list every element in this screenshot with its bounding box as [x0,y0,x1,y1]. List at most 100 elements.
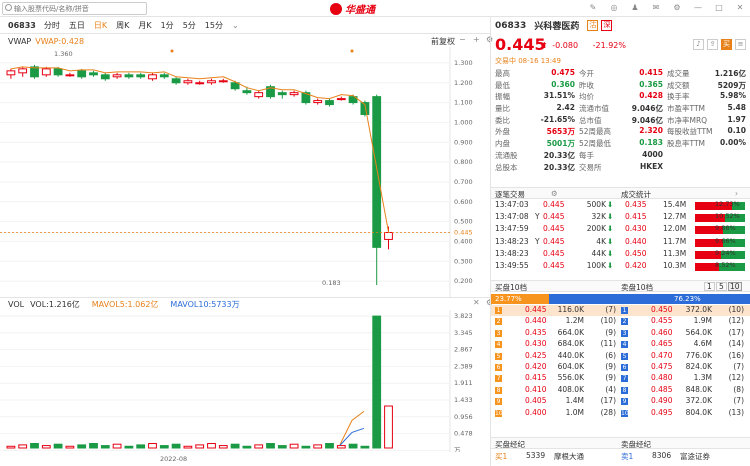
tab-5min[interactable]: 5分 [183,20,196,31]
vwap-header: VWAP VWAP:0.428 前复权 − + ⚙ [0,35,493,47]
marker-dot [170,49,174,53]
sell-volume: 848.0K [685,384,712,394]
sell-orders: (17) [728,327,744,337]
chevron-right-icon[interactable]: › [735,189,738,198]
quote-label: 每手 [579,150,594,160]
quote-value: 0.183 [639,138,663,148]
quote-value: 0.00% [719,138,746,148]
buy-level: 7 [495,375,502,383]
search-box[interactable] [2,2,147,15]
tab-5day[interactable]: 五日 [69,20,85,31]
settings-icon[interactable]: ⚙ [672,3,682,13]
close-icon[interactable]: ✕ [735,3,745,13]
tick-flag: Y [535,212,540,222]
buy-broker-title: 买盘经纪 [495,440,525,449]
volume-bar [266,443,275,449]
plus-icon[interactable]: + [473,35,481,44]
stats-volume: 12.7M [663,212,687,222]
buy-icon[interactable]: 买 [721,39,732,50]
stats-price: 0.430 [625,224,647,234]
tab-weekly-k[interactable]: 周K [116,20,129,31]
candle [384,231,393,240]
quote-row: 总股本 20.33亿 交易所 HKEX [491,162,750,174]
depth-1-button[interactable]: 1 [704,282,715,291]
shirt-icon[interactable]: ♟ [630,3,640,13]
sell-volume: 372.0K [685,305,712,314]
search-input[interactable] [14,3,144,14]
vol-label: VOL [8,299,25,309]
volume-bar [124,445,134,449]
minimize-icon[interactable]: — [693,3,703,13]
quote-label: 市净率MRQ [667,115,708,125]
sell-orders: (13) [728,407,744,417]
sell-level: 6 [621,363,628,371]
tab-1min[interactable]: 1分 [161,20,174,31]
sell-price: 0.450 [651,305,673,314]
volume-bar [136,444,146,449]
stats-pct: 12.73% [715,200,740,208]
orderbook-row: 9 0.405 1.4M (17) 9 0.490 372.0K (7) [491,396,750,407]
stats-volume: 12.0M [663,224,687,234]
depth-5-button[interactable]: 5 [716,282,727,291]
edit-icon[interactable]: ✎ [588,3,598,13]
buy-volume: 116.0K [557,305,584,314]
vol-tick: 1.911 [454,379,473,387]
buy-orders: (6) [605,350,616,360]
tab-intraday[interactable]: 分时 [44,20,60,31]
tick-price: 0.445 [543,212,565,222]
quote-value: 2.320 [639,126,663,136]
marker-dot [350,49,354,53]
app-logo: 华盛通 [330,1,375,16]
quote-row: 委比 -21.65% 总市值 9.046亿 市净率MRQ 1.97 [491,115,750,127]
buy-level: 6 [495,363,502,371]
sell-price: 0.460 [651,327,673,337]
sell-orders: (16) [728,350,744,360]
volume-bar [171,443,181,449]
tick-row: 13:48:23 0.445 44K 0.450 11.3M ⬇ 9.24% [491,249,750,261]
close-icon[interactable]: ✕ [473,298,481,307]
maximize-icon[interactable]: □ [714,3,724,13]
tab-daily-k[interactable]: 日K [94,20,107,31]
quote-value: 0.428 [639,91,663,101]
quote-value: 5.48 [727,103,746,113]
mail-icon[interactable]: ✉ [651,3,661,13]
minus-icon[interactable]: − [459,35,467,44]
tab-15min[interactable]: 15分 [205,20,223,31]
tick-row: 13:49:55 0.445 100K 0.420 10.3M ⬇ 8.52% [491,261,750,273]
candle [195,82,205,85]
adjust-select[interactable]: 前复权 [431,36,455,47]
volume-bar [218,445,228,449]
candlestick-chart[interactable]: 1.300 1.200 1.100 1.000 0.900 0.800 0.700 0.600… [0,47,490,297]
volume-bar [183,445,193,449]
arrow-down-icon: ⬇ [607,236,614,246]
headset-icon[interactable]: ◎ [609,3,619,13]
vol-header: VOL VOL:1.216亿 MAVOL5:1.062亿 MAVOL10:573… [0,298,493,310]
volume-bar [18,444,28,449]
tick-row: 13:48:23 Y 0.445 4K 0.440 11.7M ⬇ 9.66% [491,237,750,249]
quote-label: 成交量 [667,69,690,78]
quote-value: 0.365 [639,79,663,89]
orderbook-header: 买盘10档 卖盘10档 1 5 10 [491,280,750,292]
quote-label: 最低 [495,80,510,90]
tick-volume: 100K [586,260,606,270]
tick-row: 13:47:59 0.445 200K 0.430 12.0M ⬇ 9.88% [491,224,750,236]
settings-icon[interactable]: ⚙ [551,189,558,198]
depth-10-button[interactable]: 10 [728,282,742,291]
stats-title: 成交统计 [621,190,651,199]
candle [207,80,216,84]
menu-icon[interactable]: ≡ [735,39,746,50]
tick-time: 13:49:55 [495,260,529,270]
buy-price: 0.435 [525,327,547,337]
buy-volume: 664.0K [557,327,584,337]
buy-price: 0.405 [525,396,547,406]
quote-label: 量比 [495,104,510,114]
tab-monthly-k[interactable]: 月K [138,20,151,31]
chevron-down-icon[interactable]: ⌄ [232,21,239,30]
sell-price: 0.480 [651,373,673,383]
date-label: 2022-08 [160,455,188,463]
bell-icon[interactable]: ♪ [693,39,704,50]
buy-level: 2 [495,318,502,326]
sell-orders: (7) [733,396,744,406]
quote-label: 昨收 [579,80,594,90]
share-icon[interactable]: ⇪ [707,39,718,50]
